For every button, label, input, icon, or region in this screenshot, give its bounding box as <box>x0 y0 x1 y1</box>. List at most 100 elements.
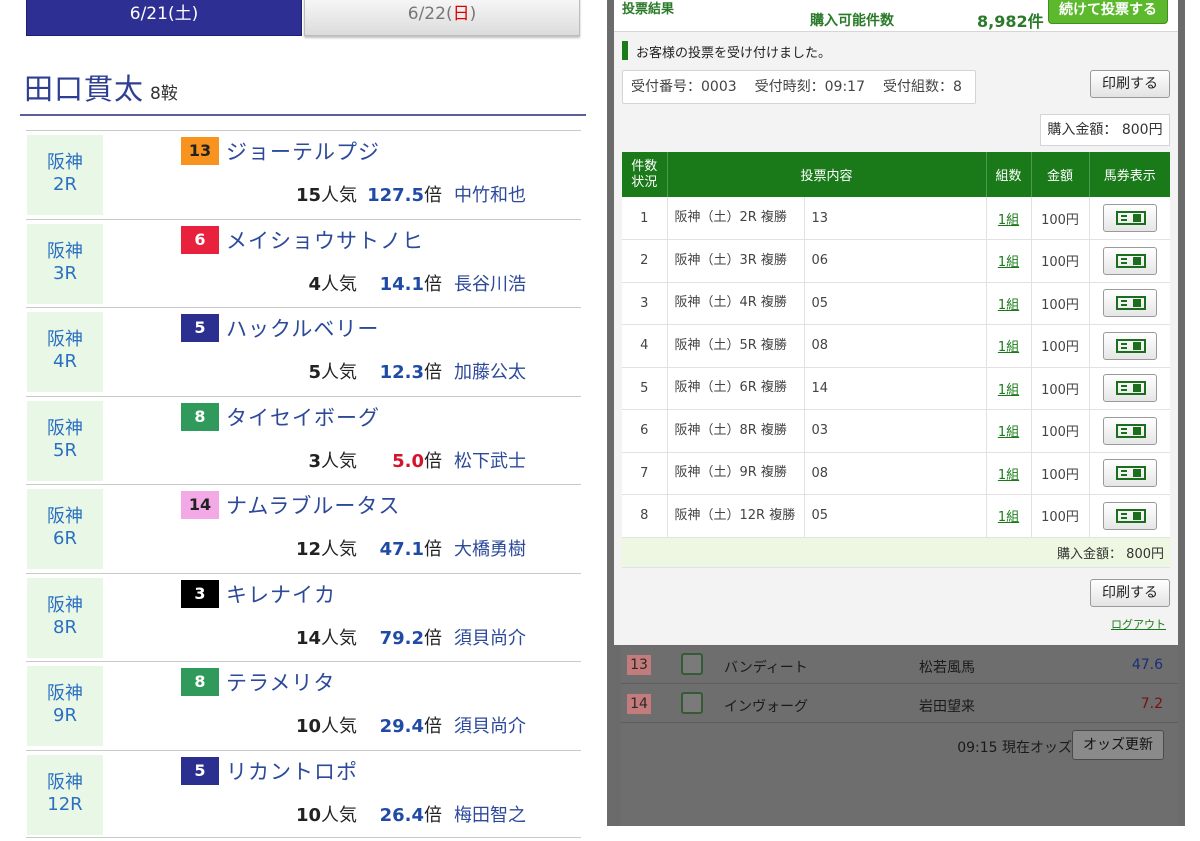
race-row[interactable]: 阪神 9R 8 テラメリタ 10人気 29.4倍 須貝尚介 <box>26 661 581 750</box>
ticket-view-icon[interactable] <box>1102 416 1157 445</box>
horse-number-badge: 3 <box>181 579 219 608</box>
race-list: 阪神 2R 13 ジョーテルプジ 15人気 127.5倍 中竹和也 阪神 3R 6 メイショウサトノ… <box>26 130 581 838</box>
horse-name[interactable]: キレナイカ <box>226 579 336 609</box>
race-row[interactable]: 阪神 5R 8 タイセイボーグ 3人気 5.0倍 松下武士 <box>26 395 581 485</box>
odds-value: 7.2 <box>1140 696 1163 712</box>
ticket-cell <box>1089 197 1170 240</box>
row-index: 8 <box>622 494 668 538</box>
date-tabs: 6/21(土) 6/22(日) <box>26 0 582 38</box>
bet-sets: 1組 <box>986 239 1032 283</box>
horse-name[interactable]: ジョーテルプジ <box>226 136 380 166</box>
row-index: 1 <box>622 197 668 240</box>
odds: 29.4倍 <box>379 716 442 737</box>
bet-race: 阪神（土）6R 複勝 <box>667 367 805 410</box>
horse-name[interactable]: テラメリタ <box>226 667 335 697</box>
bet-sets: 1組 <box>986 324 1032 368</box>
sets-link[interactable]: 1組 <box>998 298 1019 313</box>
table-row: 2 阪神（土）3R 複勝 06 1組 100円 <box>622 239 1170 283</box>
popularity: 3人気 <box>308 450 357 472</box>
ticket-view-icon[interactable] <box>1102 459 1157 488</box>
sets-link[interactable]: 1組 <box>998 510 1019 525</box>
col-header-sets: 組数 <box>986 152 1032 197</box>
horse-name[interactable]: メイショウサトノヒ <box>226 225 424 255</box>
bet-sets: 1組 <box>986 409 1032 453</box>
odds-row: 13 バンディート 松若風馬 47.6 <box>621 646 1178 684</box>
bet-amount: 100円 <box>1031 494 1090 538</box>
trainer-name[interactable]: 中竹和也 <box>454 181 526 207</box>
receipt-time: 受付時刻：09:17 <box>754 79 865 95</box>
jockey-name: 岩田望来 <box>919 699 975 715</box>
sets-link[interactable]: 1組 <box>998 340 1019 355</box>
horse-number: 13 <box>627 655 651 675</box>
race-row[interactable]: 阪神 8R 3 キレナイカ 14人気 79.2倍 須貝尚介 <box>26 572 581 662</box>
bet-race: 阪神（土）8R 複勝 <box>667 409 805 453</box>
sets-link[interactable]: 1組 <box>998 213 1019 228</box>
ticket-view-icon[interactable] <box>1102 331 1157 360</box>
ticket-view-icon[interactable] <box>1102 289 1157 318</box>
ticket-view-icon[interactable] <box>1102 204 1157 232</box>
trainer-name[interactable]: 加藤公太 <box>454 358 526 384</box>
receipt-sets: 受付組数：8 <box>883 79 962 95</box>
print-button-top[interactable]: 印刷する <box>1090 70 1170 98</box>
col-header-amount: 金額 <box>1031 152 1090 197</box>
trainer-name[interactable]: 須貝尚介 <box>454 624 526 650</box>
ticket-view-icon[interactable] <box>1102 501 1157 530</box>
bet-selection: 13 <box>804 197 987 240</box>
receipt-number: 受付番号：0003 <box>631 79 737 95</box>
bet-sets: 1組 <box>986 367 1032 410</box>
horse-name: バンディート <box>724 660 808 676</box>
trainer-name[interactable]: 大橋勇樹 <box>454 535 526 561</box>
bet-amount: 100円 <box>1031 367 1090 410</box>
select-checkbox[interactable] <box>681 692 703 714</box>
horse-number-badge: 13 <box>181 137 219 165</box>
horse-number-badge: 8 <box>181 668 219 696</box>
print-button-bottom[interactable]: 印刷する <box>1090 579 1170 607</box>
odds-refresh-button[interactable]: オッズ更新 <box>1072 730 1164 760</box>
horse-name[interactable]: タイセイボーグ <box>226 402 380 432</box>
sets-link[interactable]: 1組 <box>998 383 1019 398</box>
race-row[interactable]: 阪神 2R 13 ジョーテルプジ 15人気 127.5倍 中竹和也 <box>26 130 581 219</box>
vote-result-screen: 13 バンディート 松若風馬 47.6 14 インヴォーグ 岩田望来 7.2 0… <box>607 0 1185 826</box>
header-divider <box>20 114 586 116</box>
logout-link[interactable]: ログアウト <box>1111 616 1166 632</box>
col-header-ticket: 馬券表示 <box>1089 152 1170 197</box>
table-row: 3 阪神（土）4R 複勝 05 1組 100円 <box>622 282 1170 325</box>
trainer-name[interactable]: 長谷川浩 <box>454 270 526 296</box>
row-index: 3 <box>622 282 668 325</box>
jockey-name: 田口貫太 <box>24 72 145 106</box>
ticket-view-icon[interactable] <box>1102 246 1157 275</box>
sets-link[interactable]: 1組 <box>998 255 1019 270</box>
sets-link[interactable]: 1組 <box>998 468 1019 483</box>
continue-vote-button[interactable]: 続けて投票する <box>1048 0 1168 24</box>
race-row[interactable]: 阪神 3R 6 メイショウサトノヒ 4人気 14.1倍 長谷川浩 <box>26 218 581 308</box>
popularity: 4人気 <box>308 273 357 295</box>
select-checkbox[interactable] <box>681 653 703 675</box>
ticket-cell <box>1089 324 1170 368</box>
horse-number-badge: 6 <box>181 225 219 254</box>
odds: 12.3倍 <box>379 362 442 383</box>
venue-badge: 阪神 3R <box>27 223 103 304</box>
horse-name[interactable]: リカントロポ <box>226 756 358 786</box>
ticket-cell <box>1089 494 1170 538</box>
trainer-name[interactable]: 梅田智之 <box>454 801 526 827</box>
bet-sets: 1組 <box>986 197 1032 240</box>
row-index: 2 <box>622 239 668 283</box>
ticket-view-icon[interactable] <box>1102 374 1157 403</box>
tab-date-2[interactable]: 6/22(日) <box>304 0 580 36</box>
horse-name[interactable]: ハックルベリー <box>226 313 379 343</box>
popularity: 12人気 <box>295 539 357 560</box>
venue-badge: 阪神 2R <box>27 135 103 215</box>
sets-link[interactable]: 1組 <box>998 425 1019 440</box>
horse-name[interactable]: ナムラブルータス <box>226 490 400 520</box>
tab-date-1[interactable]: 6/21(土) <box>26 0 302 36</box>
race-row[interactable]: 阪神 4R 5 ハックルベリー 5人気 12.3倍 加藤公太 <box>26 307 581 396</box>
race-row[interactable]: 阪神 12R 5 リカントロポ 10人気 26.4倍 梅田智之 <box>26 749 581 838</box>
background-odds-table: 13 バンディート 松若風馬 47.6 14 インヴォーグ 岩田望来 7.2 0… <box>621 646 1178 826</box>
bet-race: 阪神（土）3R 複勝 <box>667 239 805 283</box>
bet-amount: 100円 <box>1031 239 1090 283</box>
race-row[interactable]: 阪神 6R 14 ナムラブルータス 12人気 47.1倍 大橋勇樹 <box>26 484 581 573</box>
trainer-name[interactable]: 須貝尚介 <box>454 712 526 738</box>
trainer-name[interactable]: 松下武士 <box>454 447 526 473</box>
jockey-mounts-panel: 6/21(土) 6/22(日) 田口貫太 8鞍 阪神 2R 13 ジョーテルプジ 15人気… <box>0 0 600 841</box>
venue-badge: 阪神 6R <box>27 489 103 569</box>
